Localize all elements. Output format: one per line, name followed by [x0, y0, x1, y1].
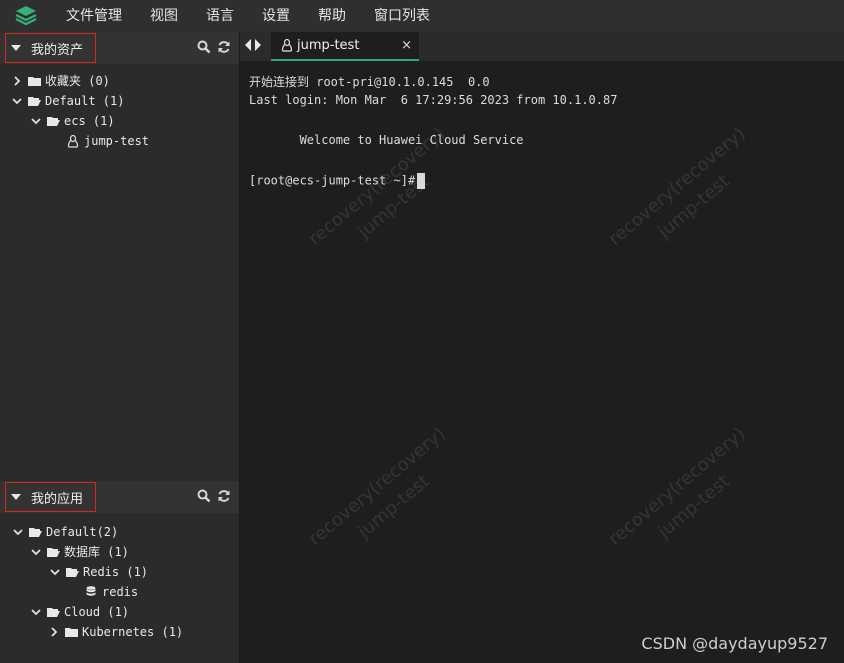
chevron-down-icon — [12, 98, 22, 105]
apps-panel-toggle[interactable]: 我的应用 — [5, 482, 97, 512]
tree-node-redis[interactable]: redis — [86, 582, 138, 602]
tree-node-label: Kubernetes (1) — [82, 625, 184, 639]
tree-node-apps-default[interactable]: Default(2) — [13, 522, 118, 542]
search-icon[interactable] — [197, 489, 211, 503]
chevron-right-icon — [51, 627, 58, 637]
tree-node-label: jump-test — [84, 134, 150, 148]
apps-panel-title: 我的应用 — [31, 491, 84, 507]
folder-open-icon — [29, 528, 42, 537]
tree-node-label: Redis (1) — [83, 565, 149, 579]
tree-node-label: Default(2) — [46, 525, 119, 539]
watermark: recovery(recovery) jump-test — [303, 422, 468, 572]
menu-help[interactable]: 帮助 — [318, 0, 346, 32]
menu-file-management[interactable]: 文件管理 — [66, 0, 122, 32]
tree-node-favorites[interactable]: 收藏夹 (0) — [12, 71, 110, 91]
search-icon[interactable] — [197, 40, 211, 54]
menu-settings[interactable]: 设置 — [262, 0, 290, 32]
tree-node-ecs[interactable]: ecs (1) — [31, 111, 115, 131]
terminal-line: 开始连接到 root-pri@10.1.0.145 0.0 — [249, 75, 490, 89]
assets-panel-toggle[interactable]: 我的资产 — [5, 33, 97, 63]
chevron-down-icon — [31, 118, 41, 125]
tree-node-label: redis — [102, 585, 139, 599]
terminal-line: Welcome to Huawei Cloud Service — [249, 133, 524, 147]
folder-open-icon — [66, 568, 79, 577]
tree-node-label: 数据库 (1) — [64, 545, 129, 559]
menu-window-list[interactable]: 窗口列表 — [374, 0, 430, 32]
menu-bar: 文件管理 视图 语言 设置 帮助 窗口列表 — [0, 0, 844, 32]
chevron-down-icon — [13, 529, 23, 536]
assets-panel-title: 我的资产 — [31, 42, 84, 58]
tree-node-redis-group[interactable]: Redis (1) — [50, 562, 148, 582]
tab-prev-icon[interactable] — [244, 38, 252, 52]
chevron-down-icon — [50, 569, 60, 576]
folder-open-icon — [47, 548, 60, 557]
tree-node-label: Default (1) — [45, 94, 125, 108]
apps-panel-header: 我的应用 — [0, 481, 239, 513]
watermark: recovery(recovery) jump-test — [603, 122, 768, 272]
chevron-down-icon — [31, 609, 41, 616]
tree-node-cloud[interactable]: Cloud (1) — [31, 602, 129, 622]
tab-close-button[interactable]: × — [401, 38, 412, 53]
tree-node-default[interactable]: Default (1) — [12, 91, 124, 111]
refresh-icon[interactable] — [217, 40, 231, 54]
tree-node-label: 收藏夹 (0) — [45, 74, 110, 88]
tree-node-database[interactable]: 数据库 (1) — [31, 542, 129, 562]
linux-icon — [281, 39, 293, 52]
terminal[interactable]: 开始连接到 root-pri@10.1.0.145 0.0 Last login… — [240, 61, 844, 663]
tree-node-kubernetes[interactable]: Kubernetes (1) — [49, 622, 183, 642]
assets-panel-header: 我的资产 — [0, 32, 239, 64]
sidebar: 我的资产 收藏夹 (0) Default (1) ecs (1) jump-te… — [0, 32, 240, 663]
tree-node-jump-test[interactable]: jump-test — [67, 131, 149, 151]
tree-node-label: Cloud (1) — [64, 605, 130, 619]
chevron-right-icon — [14, 76, 21, 86]
folder-open-icon — [47, 608, 60, 617]
tree-node-label: ecs (1) — [64, 114, 115, 128]
chevron-down-icon — [31, 549, 41, 556]
tab-title: jump-test — [297, 38, 360, 53]
folder-open-icon — [28, 97, 41, 106]
folder-icon — [28, 77, 41, 86]
folder-open-icon — [47, 117, 60, 126]
caret-down-icon — [11, 45, 21, 51]
refresh-icon[interactable] — [217, 489, 231, 503]
app-logo-icon — [15, 6, 37, 26]
linux-icon — [67, 134, 79, 148]
folder-icon — [65, 628, 78, 637]
database-icon — [86, 586, 96, 596]
caret-down-icon — [11, 494, 21, 500]
tab-jump-test[interactable]: jump-test × — [271, 32, 419, 61]
csdn-credit: CSDN @daydayup9527 — [641, 634, 828, 653]
terminal-line: Last login: Mon Mar 6 17:29:56 2023 from… — [249, 93, 618, 107]
menu-view[interactable]: 视图 — [150, 0, 178, 32]
tab-next-icon[interactable] — [254, 38, 262, 52]
menu-language[interactable]: 语言 — [206, 0, 234, 32]
watermark: recovery(recovery) jump-test — [603, 422, 768, 572]
